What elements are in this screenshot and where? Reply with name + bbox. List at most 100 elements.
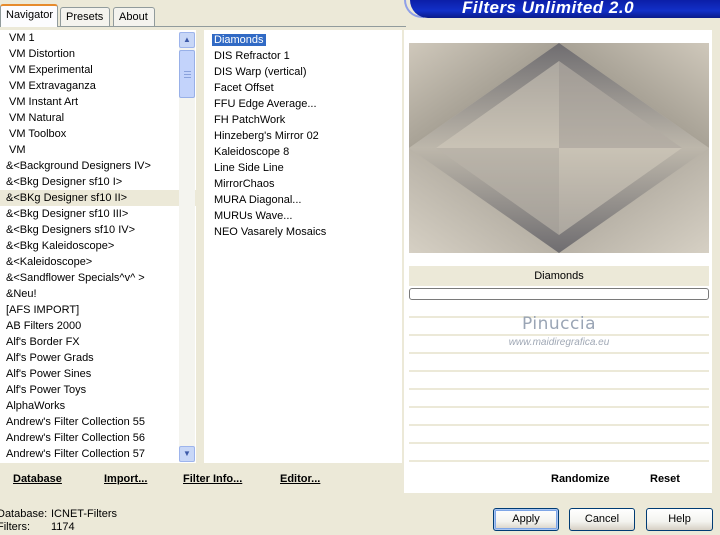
category-item[interactable]: VM Experimental [0,62,196,78]
filters-count-label: Filters: [0,521,30,533]
category-item[interactable]: VM Toolbox [0,126,196,142]
filter-item[interactable]: Line Side Line [204,160,402,176]
param-divider [409,352,709,354]
category-item[interactable]: Alf's Power Sines [0,366,196,382]
filter-name-label: Diamonds [534,270,584,282]
filter-item-label: Line Side Line [214,162,284,174]
filter-item-label: Hinzeberg's Mirror 02 [214,130,319,142]
param-divider [409,424,709,426]
tab-label: About [119,11,148,23]
category-item[interactable]: Andrew's Filter Collection 55 [0,414,196,430]
category-item[interactable]: VM Extravaganza [0,78,196,94]
filter-item-label: DIS Refractor 1 [214,50,290,62]
filter-item-label: NEO Vasarely Mosaics [214,226,327,238]
cancel-button[interactable]: Cancel [569,508,635,531]
filter-item-label: Diamonds [212,34,266,46]
filter-item-label: Facet Offset [214,82,274,94]
filters-count-value: 1174 [51,521,75,533]
randomize-link[interactable]: Randomize [551,473,610,485]
filter-item-label: MirrorChaos [214,178,275,190]
scroll-up-button[interactable]: ▲ [179,32,195,48]
watermark-name: Pinuccia [522,314,596,334]
filter-item-label: FH PatchWork [214,114,286,126]
apply-label: Apply [512,513,540,525]
app-banner: Filters Unlimited 2.0 [410,0,720,18]
param-divider [409,460,709,462]
tab-navigator[interactable]: Navigator [0,4,58,27]
category-item[interactable]: &<Background Designers IV> [0,158,196,174]
param-divider [409,442,709,444]
filter-item[interactable]: DIS Warp (vertical) [204,64,402,80]
filter-item[interactable]: Kaleidoscope 8 [204,144,402,160]
category-item[interactable]: &<Bkg Designers sf10 IV> [0,222,196,238]
category-item[interactable]: &<BKg Designer sf10 II> [0,190,196,206]
filter-item[interactable]: Hinzeberg's Mirror 02 [204,128,402,144]
filter-item[interactable]: MirrorChaos [204,176,402,192]
database-label: Database: [0,508,48,520]
category-item[interactable]: VM Distortion [0,46,196,62]
tab-label: Presets [66,11,104,23]
category-item[interactable]: Alf's Power Toys [0,382,196,398]
filter-item[interactable]: FFU Edge Average... [204,96,402,112]
param-divider [409,370,709,372]
cancel-label: Cancel [584,513,620,525]
category-item[interactable]: AlphaWorks [0,398,196,414]
tab-about[interactable]: About [113,7,155,26]
watermark-url: www.maidiregrafica.eu [508,337,610,348]
tab-presets[interactable]: Presets [60,7,110,26]
param-divider [409,334,709,336]
database-link[interactable]: Database [13,473,62,485]
param-divider [409,406,709,408]
scroll-down-button[interactable]: ▼ [179,446,195,462]
filter-item[interactable]: DIS Refractor 1 [204,48,402,64]
filter-item[interactable]: FH PatchWork [204,112,402,128]
category-list[interactable]: VM 1 VM Distortion VM Experimental VM Extra… [0,30,196,463]
category-item[interactable]: &Neu! [0,286,196,302]
category-item[interactable]: &<Sandflower Specials^v^ > [0,270,196,286]
filter-item-label: MURA Diagonal... [214,194,302,206]
scroll-thumb[interactable] [179,50,195,98]
editor-link[interactable]: Editor... [280,473,320,485]
filter-item[interactable]: Facet Offset [204,80,402,96]
category-scrollbar[interactable]: ▲ ▼ [179,32,195,462]
tab-label: Navigator [6,9,54,21]
category-item[interactable]: VM [0,142,196,158]
help-label: Help [668,513,691,525]
filter-preview-image [409,43,709,253]
progress-bar [409,288,709,300]
reset-link[interactable]: Reset [650,473,680,485]
banner-title: Filters Unlimited 2.0 [462,0,635,17]
import-link[interactable]: Import... [104,473,147,485]
filter-item-label: DIS Warp (vertical) [214,66,307,78]
category-item[interactable]: Alf's Border FX [0,334,196,350]
category-item[interactable]: VM 1 [0,30,196,46]
filter-item-label: FFU Edge Average... [214,98,317,110]
category-item[interactable]: Alf's Power Grads [0,350,196,366]
filter-item-label: Kaleidoscope 8 [214,146,290,158]
filter-info-link[interactable]: Filter Info... [183,473,242,485]
filter-item[interactable]: MURA Diagonal... [204,192,402,208]
param-divider [409,388,709,390]
filter-item[interactable]: NEO Vasarely Mosaics [204,224,402,240]
parameter-area: Pinuccia www.maidiregrafica.eu [409,302,709,464]
category-item[interactable]: VM Instant Art [0,94,196,110]
selected-filter-name: Diamonds [409,266,709,286]
filter-item[interactable]: Diamonds [204,32,402,48]
category-item[interactable]: &<Bkg Designer sf10 I> [0,174,196,190]
category-item[interactable]: &<Bkg Designer sf10 III> [0,206,196,222]
apply-button[interactable]: Apply [493,508,559,531]
filter-item[interactable]: MURUs Wave... [204,208,402,224]
tab-strip-border [0,26,406,27]
category-item[interactable]: VM Natural [0,110,196,126]
category-item[interactable]: &<Bkg Kaleidoscope> [0,238,196,254]
help-button[interactable]: Help [646,508,713,531]
filter-list[interactable]: Diamonds DIS Refractor 1 DIS Warp (vertica… [204,30,402,463]
database-value: ICNET-Filters [51,508,117,520]
category-item[interactable]: Andrew's Filter Collection 57 [0,446,196,462]
category-item[interactable]: AB Filters 2000 [0,318,196,334]
category-item[interactable]: Andrew's Filter Collection 56 [0,430,196,446]
category-item[interactable]: &<Kaleidoscope> [0,254,196,270]
filter-item-label: MURUs Wave... [214,210,293,222]
preview-panel: Diamonds Pinuccia www.maidiregrafica.eu [404,30,712,493]
category-item[interactable]: [AFS IMPORT] [0,302,196,318]
